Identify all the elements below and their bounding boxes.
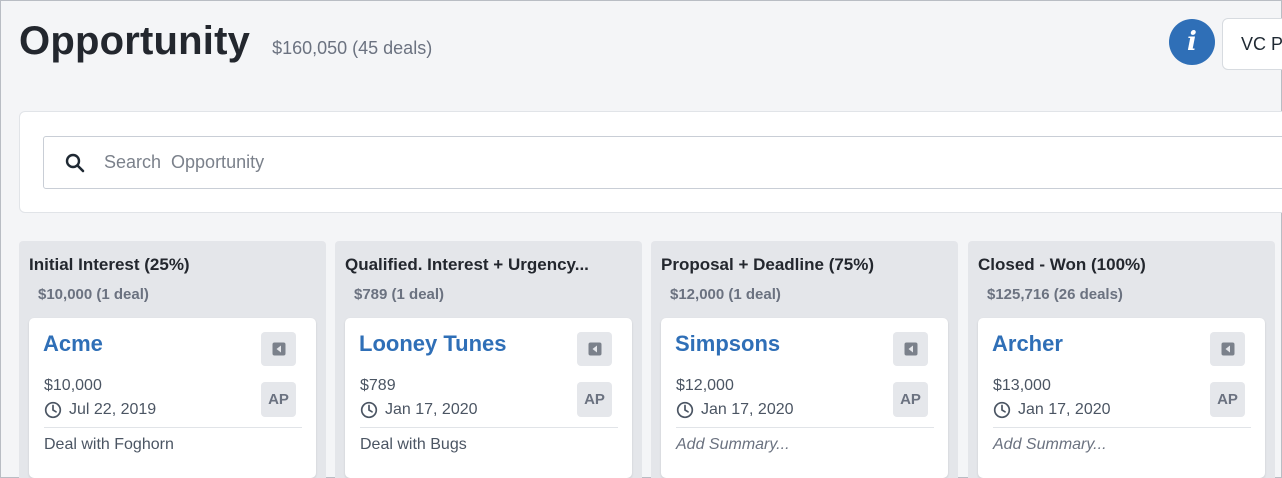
search-panel xyxy=(19,111,1282,213)
user-menu-button[interactable]: VC P xyxy=(1222,18,1282,70)
column-total: $12,000 (1 deal) xyxy=(670,286,781,303)
deal-amount: $789 xyxy=(360,377,396,394)
deal-card[interactable]: Simpsons $12,000 Jan 17, 2020 AP Add Sum… xyxy=(661,318,948,478)
add-summary-link[interactable]: Add Summary... xyxy=(993,436,1107,454)
deal-close-date: Jul 22, 2019 xyxy=(44,401,156,419)
deal-summary[interactable]: Deal with Foghorn xyxy=(44,436,174,454)
pipeline-column-proposal: Proposal + Deadline (75%) $12,000 (1 dea… xyxy=(651,241,958,478)
clock-icon xyxy=(993,401,1011,419)
collapse-left-icon[interactable] xyxy=(893,332,928,366)
deal-name-link[interactable]: Simpsons xyxy=(675,331,780,357)
search-box[interactable] xyxy=(43,136,1282,189)
collapse-left-icon[interactable] xyxy=(1210,332,1245,366)
pipeline-summary: $160,050 (45 deals) xyxy=(272,38,433,58)
deal-name-link[interactable]: Looney Tunes xyxy=(359,331,507,357)
deal-close-date: Jan 17, 2020 xyxy=(360,401,478,419)
column-total: $789 (1 deal) xyxy=(354,286,445,303)
column-title: Qualified. Interest + Urgency... xyxy=(345,255,589,274)
card-divider xyxy=(993,427,1251,428)
column-total: $10,000 (1 deal) xyxy=(38,286,149,303)
pipeline-column-closed-won: Closed - Won (100%) $125,716 (26 deals) … xyxy=(968,241,1275,478)
info-icon[interactable]: i xyxy=(1169,19,1215,65)
deal-date-text: Jan 17, 2020 xyxy=(1018,401,1111,418)
search-icon xyxy=(64,152,86,174)
clock-icon xyxy=(44,401,62,419)
owner-badge[interactable]: AP xyxy=(893,382,928,417)
card-divider xyxy=(360,427,618,428)
deal-card[interactable]: Acme $10,000 Jul 22, 2019 AP Deal with F… xyxy=(29,318,316,478)
collapse-left-icon[interactable] xyxy=(577,332,612,366)
deal-summary[interactable]: Deal with Bugs xyxy=(360,436,467,454)
deal-date-text: Jan 17, 2020 xyxy=(385,401,478,418)
pipeline-column-qualified: Qualified. Interest + Urgency... $789 (1… xyxy=(335,241,642,478)
deal-close-date: Jan 17, 2020 xyxy=(676,401,794,419)
search-input[interactable] xyxy=(104,152,1004,173)
deal-name-link[interactable]: Archer xyxy=(992,331,1063,357)
deal-date-text: Jul 22, 2019 xyxy=(69,401,157,418)
column-title: Proposal + Deadline (75%) xyxy=(661,255,875,274)
owner-badge[interactable]: AP xyxy=(261,382,296,417)
deal-amount: $13,000 xyxy=(993,377,1051,394)
deal-close-date: Jan 17, 2020 xyxy=(993,401,1111,419)
owner-badge[interactable]: AP xyxy=(1210,382,1245,417)
deal-card[interactable]: Archer $13,000 Jan 17, 2020 AP Add Summa… xyxy=(978,318,1265,478)
clock-icon xyxy=(676,401,694,419)
deal-date-text: Jan 17, 2020 xyxy=(701,401,794,418)
column-title: Initial Interest (25%) xyxy=(29,255,190,274)
clock-icon xyxy=(360,401,378,419)
deal-amount: $10,000 xyxy=(44,377,102,394)
card-divider xyxy=(676,427,934,428)
add-summary-link[interactable]: Add Summary... xyxy=(676,436,790,454)
card-divider xyxy=(44,427,302,428)
owner-badge[interactable]: AP xyxy=(577,382,612,417)
collapse-left-icon[interactable] xyxy=(261,332,296,366)
deal-name-link[interactable]: Acme xyxy=(43,331,103,357)
pipeline-column-initial-interest: Initial Interest (25%) $10,000 (1 deal) … xyxy=(19,241,326,478)
column-title: Closed - Won (100%) xyxy=(978,255,1146,274)
deal-card[interactable]: Looney Tunes $789 Jan 17, 2020 AP Deal w… xyxy=(345,318,632,478)
column-total: $125,716 (26 deals) xyxy=(987,286,1123,303)
deal-amount: $12,000 xyxy=(676,377,734,394)
page-title: Opportunity xyxy=(19,19,251,63)
page-header: Opportunity $160,050 (45 deals) xyxy=(19,19,432,69)
